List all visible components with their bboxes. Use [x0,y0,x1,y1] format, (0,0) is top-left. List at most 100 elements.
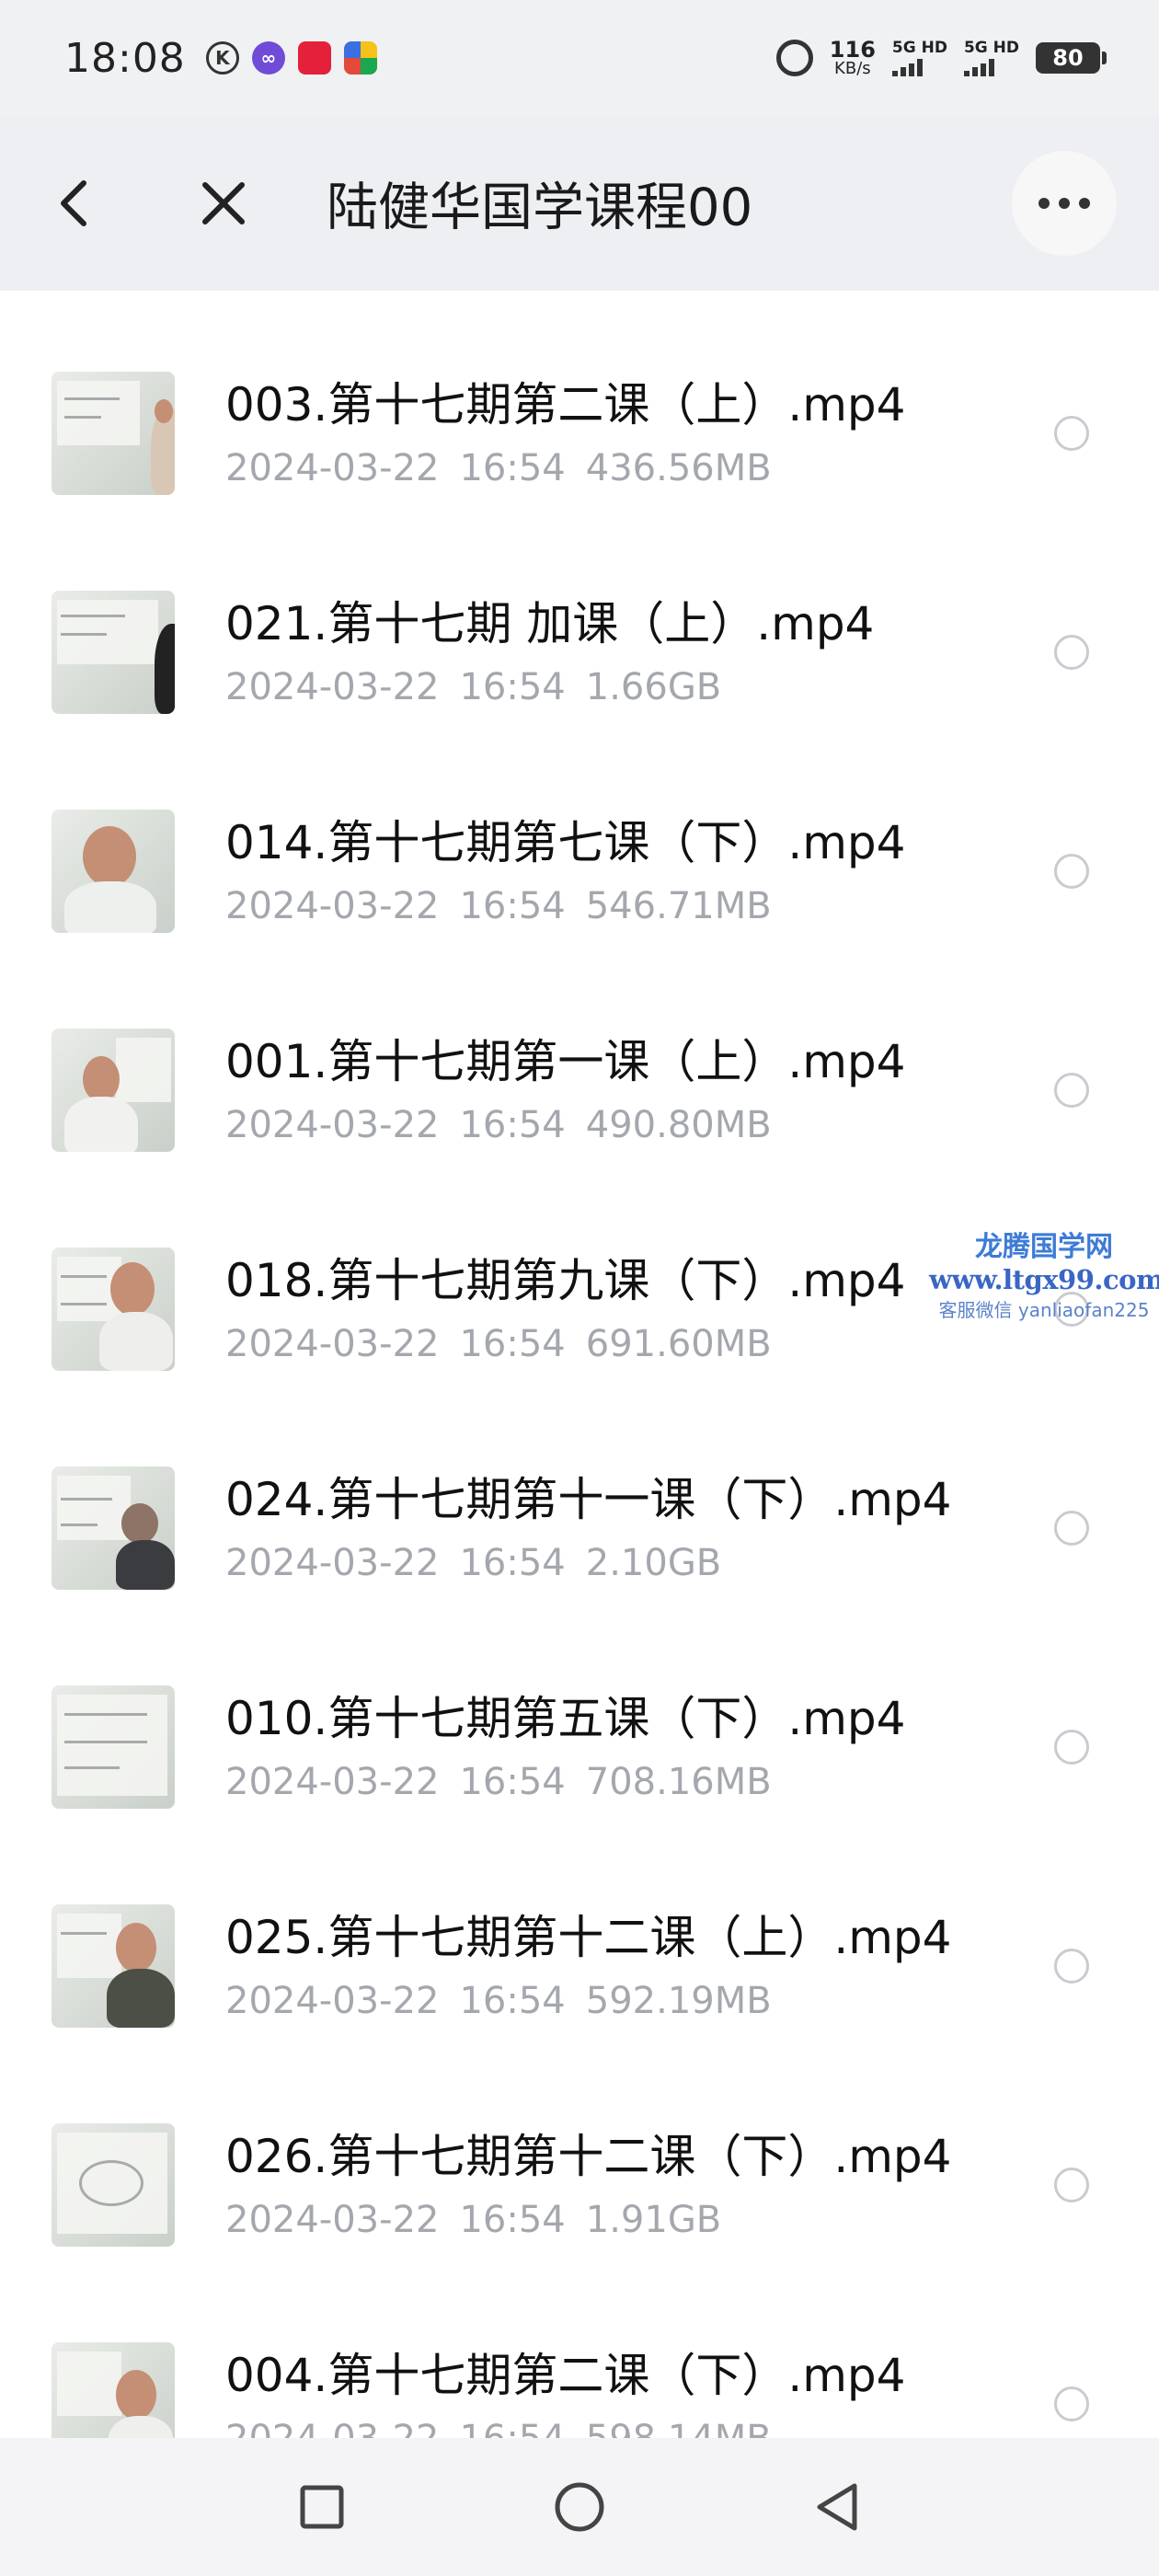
select-radio[interactable] [1054,1073,1089,1108]
file-name: 024.第十七期第十一课（下）.mp4 [225,1473,952,1526]
signal-bars-icon [963,58,994,76]
file-name: 010.第十七期第五课（下）.mp4 [225,1692,906,1745]
select-radio[interactable] [1054,2386,1089,2421]
file-name: 004.第十七期第二课（下）.mp4 [225,2349,906,2402]
file-meta: 2024-03-22 16:54 2.10GB [225,1542,741,1584]
watermark-line2: www.ltgx99.com [929,1264,1159,1295]
file-time: 16:54 [459,2418,565,2438]
sim1-label: 5G HD [891,38,947,57]
file-time: 16:54 [459,1542,566,1584]
select-radio[interactable] [1054,1730,1089,1765]
more-options-button[interactable] [1012,151,1117,256]
k-icon: K [205,41,239,75]
close-button[interactable] [182,162,265,245]
video-thumbnail [52,810,175,933]
file-size: 598.14MB [586,2418,772,2438]
file-date: 2024-03-22 [225,1761,440,1803]
recents-square-icon [300,2485,344,2529]
page-title: 陆健华国学课程00 [327,178,753,238]
file-row[interactable]: 003.第十七期第二课（上）.mp4 2024-03-22 16:54 436.56… [0,324,1159,543]
video-thumbnail [52,372,175,495]
file-time: 16:54 [459,1980,566,2022]
file-meta: 2024-03-22 16:54 1.66GB [225,666,741,708]
watermark-line1: 龙腾国学网 [975,1231,1113,1263]
select-radio[interactable] [1054,416,1089,451]
file-time: 16:54 [459,885,566,927]
file-row[interactable]: 014.第十七期第七课（下）.mp4 2024-03-22 16:54 546.71… [0,762,1159,981]
infinity-app-icon: ∞ [251,41,285,75]
file-size: 2.10GB [585,1542,722,1584]
select-radio[interactable] [1054,2168,1089,2202]
file-meta: 2024-03-22 16:54 436.56MB [225,447,792,489]
more-dots-icon [1039,198,1090,209]
home-circle-icon [555,2482,604,2532]
video-thumbnail [52,1029,175,1152]
video-thumbnail [52,2123,175,2247]
video-thumbnail [52,1466,175,1590]
home-button[interactable] [538,2466,621,2548]
game-app-icon [343,41,377,75]
file-row[interactable]: 025.第十七期第十二课（上）.mp4 2024-03-22 16:54 592.1… [0,1857,1159,2076]
file-size: 708.16MB [585,1761,772,1803]
back-nav-button[interactable] [796,2466,878,2548]
file-meta: 2024-03-22 16:54 1.91GB [225,2199,741,2241]
back-button[interactable] [33,162,116,245]
sim1-signal: 5G HD [891,38,947,76]
battery-icon: 80 [1036,42,1107,74]
file-name: 018.第十七期第九课（下）.mp4 [225,1254,906,1307]
network-speed-value: 116 [829,37,876,63]
file-date: 2024-03-22 [225,1542,440,1584]
file-name: 026.第十七期第十二课（下）.mp4 [225,2130,952,2183]
file-time: 16:54 [459,1104,566,1146]
file-size: 436.56MB [585,447,772,489]
file-row[interactable]: 026.第十七期第十二课（下）.mp4 2024-03-22 16:54 1.91G… [0,2076,1159,2294]
file-row[interactable]: 010.第十七期第五课（下）.mp4 2024-03-22 16:54 708.16… [0,1638,1159,1857]
alarm-icon [775,40,813,76]
file-date: 2024-03-22 [225,1980,440,2022]
file-size: 1.91GB [585,2199,722,2241]
file-size: 691.60MB [585,1323,772,1365]
top-app-bar: 陆健华国学课程00 [0,116,1159,291]
xiaohongshu-icon [297,41,331,75]
sim2-label: 5G HD [963,38,1019,57]
file-row[interactable]: 024.第十七期第十一课（下）.mp4 2024-03-22 16:54 2.10G… [0,1419,1159,1638]
file-size: 1.66GB [585,666,722,708]
file-name: 003.第十七期第二课（上）.mp4 [225,378,906,431]
file-time: 16:54 [459,1323,566,1365]
file-date: 2024-03-22 [225,1104,440,1146]
file-row[interactable]: 021.第十七期 加课（上）.mp4 2024-03-22 16:54 1.66GB [0,543,1159,762]
file-size: 592.19MB [585,1980,772,2022]
status-bar: 18:08 K ∞ 116 KB/s 5G HD 5G HD 80 [0,0,1159,116]
file-list: 003.第十七期第二课（上）.mp4 2024-03-22 16:54 436.56… [0,291,1159,2438]
file-row[interactable]: 001.第十七期第一课（上）.mp4 2024-03-22 16:54 490.80… [0,981,1159,1200]
site-watermark: 龙腾国学网 www.ltgx99.com 客服微信 yanliaofan225 [929,1224,1159,1322]
file-time: 16:54 [459,447,566,489]
notification-icons: K ∞ [205,41,377,75]
file-meta: 2024-03-22 16:54 708.16MB [225,1761,792,1803]
file-meta: 2024-03-22 16:54 592.19MB [225,1980,792,2022]
watermark-line3: 客服微信 yanliaofan225 [938,1299,1150,1321]
file-meta: 2024-03-22 16:54 691.60MB [225,1323,792,1365]
select-radio[interactable] [1054,854,1089,889]
signal-bars-icon [891,58,923,76]
status-time: 18:08 [64,34,186,82]
select-radio[interactable] [1054,1511,1089,1546]
file-name: 014.第十七期第七课（下）.mp4 [225,816,906,869]
file-time: 16:54 [459,1761,566,1803]
file-name: 025.第十七期第十二课（上）.mp4 [225,1911,952,1964]
file-date: 2024-03-22 [225,1323,440,1365]
file-row[interactable]: 004.第十七期第二课（下）.mp4 2024-03-22 16:54 598.14… [0,2294,1159,2438]
select-radio[interactable] [1054,1949,1089,1984]
status-right-cluster: 116 KB/s 5G HD 5G HD 80 [775,37,1107,77]
video-thumbnail [52,1248,175,1371]
file-name: 001.第十七期第一课（上）.mp4 [225,1035,906,1088]
file-date: 2024-03-22 [225,2418,439,2438]
select-radio[interactable] [1054,635,1089,670]
chevron-left-icon [61,180,86,226]
file-date: 2024-03-22 [225,885,440,927]
file-time: 16:54 [459,2199,566,2241]
video-thumbnail [52,1685,175,1809]
file-meta: 2024-03-22 16:54 490.80MB [225,1104,792,1146]
recents-button[interactable] [281,2466,363,2548]
video-thumbnail [52,2342,175,2438]
